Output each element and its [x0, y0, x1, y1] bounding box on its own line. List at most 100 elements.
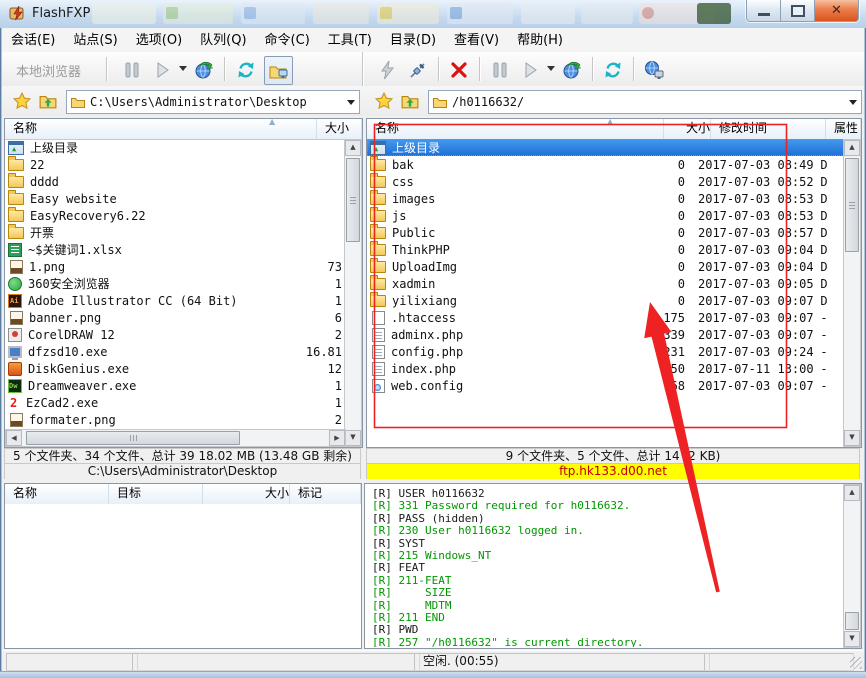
file-row[interactable]: CorelDRAW 122 — [5, 326, 346, 343]
log-output[interactable]: [R] USER h0116632[R] 331 Password requir… — [366, 485, 844, 647]
remote-pause-button[interactable] — [486, 56, 513, 83]
menu-item[interactable]: 命令(C) — [256, 29, 319, 52]
local-favorites-button[interactable] — [10, 90, 34, 112]
file-row[interactable]: 360安全浏览器1 — [5, 275, 346, 292]
column-header-2[interactable]: 大小 — [664, 119, 711, 139]
column-header-4[interactable]: 属性 — [826, 119, 861, 139]
file-row[interactable]: 上级目录 — [367, 139, 844, 156]
menu-item[interactable]: 会话(E) — [2, 29, 64, 52]
browser360-icon — [8, 277, 22, 291]
file-row[interactable]: EasyRecovery6.22 — [5, 207, 346, 224]
log-line: [R] 331 Password required for h0116632. — [372, 500, 844, 512]
file-row[interactable]: dfzsd10.exe16.81 — [5, 343, 346, 360]
file-row[interactable]: css02017-07-03 08:52D — [367, 173, 844, 190]
menu-item[interactable]: 目录(D) — [381, 29, 445, 52]
scroll-left-icon[interactable]: ◀ — [6, 430, 22, 446]
local-vscrollbar[interactable]: ▲ ▼ — [344, 139, 362, 447]
minimize-button[interactable] — [747, 0, 781, 21]
scroll-right-icon[interactable]: ▶ — [329, 430, 345, 446]
remote-favorites-button[interactable] — [372, 90, 396, 112]
folder-sync-toggle-button[interactable] — [264, 56, 293, 85]
column-header-2[interactable]: 目标 — [109, 484, 203, 504]
file-row[interactable]: js02017-07-03 08:53D — [367, 207, 844, 224]
file-row[interactable]: bak02017-07-03 08:49D — [367, 156, 844, 173]
local-hscroll-thumb[interactable] — [26, 431, 240, 445]
scroll-up-icon[interactable]: ▲ — [345, 140, 361, 156]
file-row[interactable]: dddd — [5, 173, 346, 190]
file-row[interactable]: config.php2312017-07-03 09:24- — [367, 343, 844, 360]
file-row[interactable]: Dreamweaver.exe1 — [5, 377, 346, 394]
local-go-button[interactable] — [148, 56, 175, 83]
local-vscroll-thumb[interactable] — [346, 158, 360, 242]
column-header-3[interactable]: 修改时间 — [711, 119, 826, 139]
scroll-down-icon[interactable]: ▼ — [844, 631, 860, 647]
remote-vscrollbar[interactable]: ▲ ▼ — [843, 139, 861, 447]
file-row[interactable]: banner.png6 — [5, 309, 346, 326]
file-row[interactable]: ThinkPHP02017-07-03 09:04D — [367, 241, 844, 258]
scroll-up-icon[interactable]: ▲ — [844, 485, 860, 501]
scroll-down-icon[interactable]: ▼ — [844, 430, 860, 446]
column-header-1[interactable]: 名称 — [5, 484, 109, 504]
remote-go-button[interactable] — [516, 56, 543, 83]
local-refresh-button[interactable] — [232, 56, 259, 83]
local-path-combobox[interactable]: C:\Users\Administrator\Desktop — [66, 90, 360, 114]
file-name: DiskGenius.exe — [28, 362, 302, 376]
remote-vscroll-thumb[interactable] — [845, 158, 859, 252]
dreamweaver-icon — [8, 379, 22, 393]
plug-icon — [408, 60, 428, 80]
column-header-3[interactable]: 大小 — [203, 484, 290, 504]
menu-item[interactable]: 队列(Q) — [191, 29, 255, 52]
column-header-2[interactable]: 大小 — [317, 119, 362, 139]
file-row[interactable]: ~$关键词1.xlsx — [5, 241, 346, 258]
file-row[interactable]: .htaccess1752017-07-03 09:07- — [367, 309, 844, 326]
go-menu-arrow-icon[interactable] — [547, 66, 555, 71]
remote-browser-button[interactable] — [640, 56, 667, 83]
go-menu-arrow-icon[interactable] — [179, 66, 187, 71]
remote-abort-button[interactable] — [445, 56, 472, 83]
file-row[interactable]: UploadImg02017-07-03 09:04D — [367, 258, 844, 275]
remote-path-combobox[interactable]: /h0116632/ — [428, 90, 862, 114]
menu-item[interactable]: 查看(V) — [445, 29, 508, 52]
file-row[interactable]: xadmin02017-07-03 09:05D — [367, 275, 844, 292]
menu-item[interactable]: 选项(O) — [127, 29, 191, 52]
remote-path-dropdown-icon[interactable] — [845, 91, 861, 113]
remote-quick-connect-button[interactable] — [374, 56, 401, 83]
local-path-dropdown-icon[interactable] — [343, 91, 359, 113]
remote-connect-button[interactable] — [404, 56, 431, 83]
log-vscroll-thumb[interactable] — [845, 612, 859, 630]
resize-grip[interactable] — [850, 657, 862, 669]
local-hscrollbar[interactable]: ◀ ▶ — [5, 429, 346, 447]
file-row[interactable]: Easy website — [5, 190, 346, 207]
file-row[interactable]: Adobe Illustrator CC (64 Bit)1 — [5, 292, 346, 309]
local-up-directory-button[interactable] — [36, 90, 60, 112]
close-button[interactable]: ✕ — [815, 0, 858, 21]
scroll-up-icon[interactable]: ▲ — [844, 140, 860, 156]
scroll-down-icon[interactable]: ▼ — [345, 430, 361, 446]
column-header-4[interactable]: 标记 — [290, 484, 361, 504]
local-transfer-mode-button[interactable] — [190, 56, 217, 83]
file-row[interactable]: index.php3502017-07-11 13:00- — [367, 360, 844, 377]
menu-item[interactable]: 帮助(H) — [508, 29, 572, 52]
local-pause-button[interactable] — [118, 56, 145, 83]
file-row[interactable]: 开票 — [5, 224, 346, 241]
log-vscrollbar[interactable]: ▲ ▼ — [843, 484, 861, 648]
remote-refresh-button[interactable] — [599, 56, 626, 83]
maximize-button[interactable] — [781, 0, 815, 21]
file-row[interactable]: web.config9682017-07-03 09:07- — [367, 377, 844, 394]
file-row[interactable]: adminx.php3392017-07-03 09:07- — [367, 326, 844, 343]
file-row[interactable]: 1.png73 — [5, 258, 346, 275]
menu-item[interactable]: 站点(S) — [64, 29, 126, 52]
remote-up-directory-button[interactable] — [398, 90, 422, 112]
file-row[interactable]: 上级目录 — [5, 139, 346, 156]
remote-transfer-mode-button[interactable] — [558, 56, 585, 83]
file-row[interactable]: Public02017-07-03 08:57D — [367, 224, 844, 241]
file-row[interactable]: DiskGenius.exe12 — [5, 360, 346, 377]
file-row[interactable]: images02017-07-03 08:53D — [367, 190, 844, 207]
column-header-1[interactable]: 名称 — [367, 119, 664, 139]
file-row[interactable]: yilixiang02017-07-03 09:07D — [367, 292, 844, 309]
file-row[interactable]: formater.png2 — [5, 411, 346, 428]
menu-item[interactable]: 工具(T) — [319, 29, 381, 52]
file-row[interactable]: EzCad2.exe1 — [5, 394, 346, 411]
file-row[interactable]: 22 — [5, 156, 346, 173]
queue-list[interactable] — [5, 504, 361, 648]
